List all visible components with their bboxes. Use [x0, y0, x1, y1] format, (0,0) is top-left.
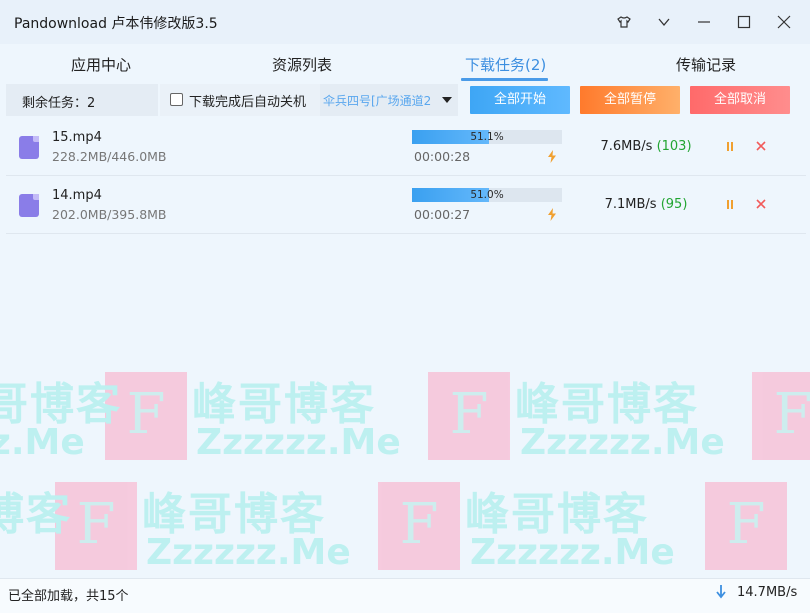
watermark-text: Zzzzzz.Me: [470, 532, 675, 573]
table-row[interactable]: 15.mp4 228.2MB/446.0MB 51.1% 00:00:28 7.…: [6, 118, 806, 176]
app-window: Pandownload 卢本伟修改版3.5 应用中心 资源列表 下载任务(2) …: [0, 0, 810, 613]
watermark-logo: F: [55, 482, 137, 570]
watermark-text: Zzzzzz.Me: [0, 422, 85, 463]
watermark-text: 峰哥博客: [515, 379, 699, 430]
close-window-icon[interactable]: [772, 10, 796, 34]
watermark: F F F 峰哥博客 峰哥博客 峰哥博客 Zzzzzz.Me Zzzzzz.Me…: [0, 360, 810, 575]
watermark-logo: F: [752, 372, 810, 460]
task-speed-value: 7.6MB/s: [600, 139, 653, 154]
tab-resource-list[interactable]: 资源列表: [272, 54, 332, 75]
start-all-button[interactable]: 全部开始: [470, 86, 570, 114]
auto-shutdown-option[interactable]: 下载完成后自动关机: [160, 84, 320, 116]
status-bar: 已全部加载，共15个 14.7MB/s: [0, 578, 810, 613]
watermark-text: 峰哥博客: [142, 489, 326, 540]
video-file-icon: [19, 194, 39, 217]
watermark-text: 峰哥博客: [0, 489, 72, 540]
pause-icon[interactable]: [724, 141, 736, 153]
task-time-left: 00:00:27: [414, 207, 471, 222]
task-time-left: 00:00:28: [414, 149, 471, 164]
watermark-logo: F: [105, 372, 187, 460]
watermark-text: 峰哥博客: [465, 489, 649, 540]
task-connections: (103): [656, 139, 692, 154]
task-connections: (95): [660, 197, 688, 212]
watermark-logo: F: [705, 482, 787, 570]
auto-shutdown-checkbox[interactable]: [170, 93, 183, 106]
task-speed-value: 7.1MB/s: [604, 197, 657, 212]
task-speed: 7.6MB/s (103): [576, 139, 716, 154]
lightning-icon: [548, 150, 556, 163]
watermark-text: 峰哥博客: [0, 379, 122, 430]
task-file-name: 14.mp4: [52, 188, 102, 203]
pause-all-button[interactable]: 全部暂停: [580, 86, 680, 114]
pause-icon[interactable]: [724, 199, 736, 211]
active-tab-indicator: [461, 78, 548, 81]
task-progress-text: 51.0%: [470, 189, 504, 201]
maximize-icon[interactable]: [732, 10, 756, 34]
dropdown-caret-icon: [442, 97, 452, 103]
watermark-logo: F: [428, 372, 510, 460]
task-file-size: 202.0MB/395.8MB: [52, 207, 167, 222]
table-row[interactable]: 14.mp4 202.0MB/395.8MB 51.0% 00:00:27 7.…: [6, 176, 806, 234]
minimize-icon[interactable]: [692, 10, 716, 34]
tab-download-tasks[interactable]: 下载任务(2): [465, 54, 546, 75]
watermark-text: Zzzzzz.Me: [196, 422, 401, 463]
status-text: 已全部加载，共15个: [8, 589, 129, 604]
task-progress-bar: 51.0%: [412, 188, 562, 202]
watermark-text: Zzzzzz.Me: [520, 422, 725, 463]
auto-shutdown-label: 下载完成后自动关机: [189, 95, 307, 110]
close-icon[interactable]: [754, 139, 768, 153]
skin-icon[interactable]: [612, 10, 636, 34]
tab-app-center[interactable]: 应用中心: [71, 54, 131, 75]
task-progress-bar: 51.1%: [412, 130, 562, 144]
task-file-size: 228.2MB/446.0MB: [52, 149, 167, 164]
title-bar: Pandownload 卢本伟修改版3.5: [0, 0, 810, 44]
video-file-icon: [19, 136, 39, 159]
total-speed: 14.7MB/s: [737, 585, 798, 600]
cancel-all-button[interactable]: 全部取消: [690, 86, 790, 114]
menu-chevron-icon[interactable]: [652, 10, 676, 34]
remaining-tasks: 剩余任务：2: [6, 84, 158, 116]
watermark-text: Zzzzzz.Me: [146, 532, 351, 573]
channel-selected-value: 伞兵四号[广场通道2: [323, 94, 432, 108]
window-title: Pandownload 卢本伟修改版3.5: [14, 16, 218, 32]
task-progress-text: 51.1%: [470, 131, 504, 143]
watermark-text: 峰哥博客: [192, 379, 376, 430]
lightning-icon: [548, 208, 556, 221]
task-file-name: 15.mp4: [52, 130, 102, 145]
task-speed: 7.1MB/s (95): [576, 197, 716, 212]
tab-transfer-records[interactable]: 传输记录: [676, 54, 736, 75]
close-icon[interactable]: [754, 197, 768, 211]
channel-select[interactable]: 伞兵四号[广场通道2: [320, 84, 458, 116]
tab-bar: 应用中心 资源列表 下载任务(2) 传输记录: [0, 44, 810, 82]
watermark-logo: F: [378, 482, 460, 570]
download-arrow-icon: [716, 585, 726, 599]
